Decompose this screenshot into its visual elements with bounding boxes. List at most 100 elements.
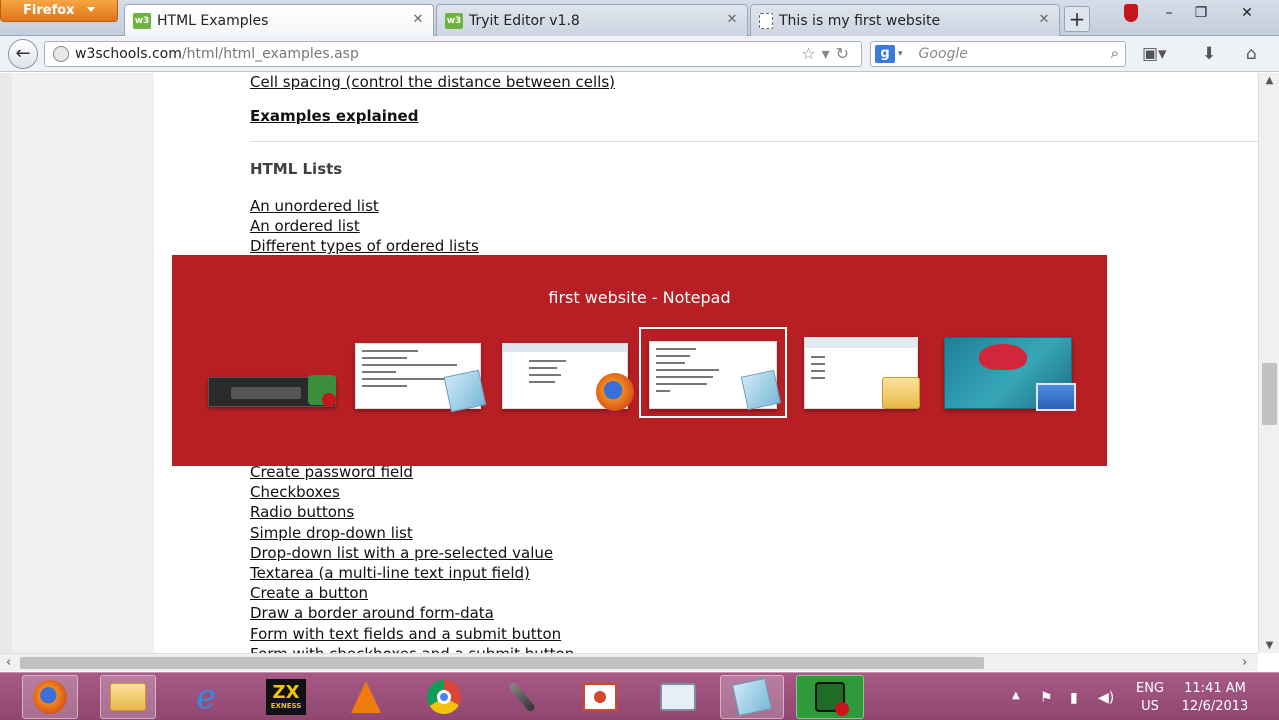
clock[interactable]: 11:41 AM 12/6/2013 [1180,681,1250,714]
microphone-icon [508,681,536,713]
back-button[interactable]: ← [8,39,38,69]
language-code: ENG [1135,681,1164,696]
search-bar[interactable]: g ▾ Google ⌕ [870,41,1126,67]
powerpoint-mark [594,691,606,703]
scroll-up-icon[interactable]: ▲ [1259,75,1279,86]
taskbar-microphone[interactable] [494,675,550,719]
link-cell-spacing[interactable]: Cell spacing (control the distance betwe… [250,73,615,91]
close-window-button[interactable]: ✕ [1236,4,1258,22]
switcher-title: first website - Notepad [548,288,731,307]
performance-monitor-icon [660,683,696,711]
screenshot-tool-icon[interactable]: ▣▾ [1142,44,1167,64]
firefox-menu-label: Firefox [23,3,75,18]
new-tab-button[interactable]: + [1064,6,1090,32]
forms-links: Create password field Checkboxes Radio b… [250,462,574,653]
w3schools-favicon-icon: w3 [445,12,463,29]
address-bar[interactable]: w3schools.com /html/html_examples.asp ☆▾… [44,41,862,67]
link-examples-explained[interactable]: Examples explained [250,107,418,125]
horizontal-scrollbar[interactable]: ‹ › [0,653,1258,671]
volume-icon[interactable]: ◀) [1098,690,1114,706]
green-app-icon [815,682,849,716]
text-lines [811,356,825,384]
dropdown-caret-icon [87,7,95,12]
form-link[interactable]: Create a button [250,583,574,603]
action-center-flag-icon[interactable]: ⚑ [1040,690,1053,706]
firefox-icon [33,680,67,714]
search-icon[interactable]: ⌕ [1111,44,1119,62]
section-heading: HTML Lists [250,160,343,178]
bookmark-star-icon[interactable]: ☆▾↻ [801,44,855,63]
list-link[interactable]: An ordered list [250,216,479,236]
taskbar-notepad[interactable] [720,675,784,719]
download-icon[interactable]: ⬇ [1202,44,1216,64]
chrome-icon [427,680,461,714]
taskbar-green-app[interactable] [796,675,864,719]
search-engine-dropdown-icon[interactable]: ▾ [898,49,903,59]
tab-title: Tryit Editor v1.8 [469,12,580,29]
language-indicator[interactable]: ENG US [1128,681,1172,714]
form-link[interactable]: Draw a border around form-data [250,603,574,623]
firefox-icon [596,373,634,411]
power-icon[interactable]: ▮ [1070,690,1078,706]
minimize-button[interactable]: – [1158,4,1180,22]
tab-first-website[interactable]: This is my first website ✕ [750,4,1060,36]
form-link[interactable]: Checkboxes [250,482,574,502]
taskbar-chrome[interactable] [416,675,472,719]
close-tab-icon[interactable]: ✕ [411,13,425,27]
powerpoint-icon [583,683,617,711]
taskbar-exness[interactable]: ZX EXNESS [258,675,314,719]
form-link[interactable]: Form with checkboxes and a submit button [250,644,574,653]
firefox-menu-button[interactable]: Firefox [0,0,118,22]
taskbar-internet-explorer[interactable]: e [178,675,234,719]
google-logo-icon[interactable]: g [875,45,895,63]
taskbar-firefox[interactable] [22,675,78,719]
close-tab-icon[interactable]: ✕ [1037,13,1051,27]
tab-title: This is my first website [779,12,941,29]
horizontal-scroll-thumb[interactable] [20,657,984,669]
folder-icon [882,377,920,409]
show-hidden-icons[interactable]: ▲ [1012,690,1020,701]
scroll-left-icon[interactable]: ‹ [6,655,11,670]
record-badge-icon [322,393,336,407]
lists-links: An unordered list An ordered list Differ… [250,196,479,257]
region-code: US [1141,699,1159,714]
list-link[interactable]: Different types of ordered lists [250,236,479,256]
restore-button[interactable]: ❐ [1190,4,1212,22]
form-link[interactable]: Textarea (a multi-line text input field) [250,563,574,583]
desktop-icon [1036,383,1076,411]
url-host: w3schools.com [75,46,182,62]
tab-title: HTML Examples [157,13,269,29]
vertical-scrollbar[interactable]: ▲ ▼ [1258,73,1279,653]
taskbar: e ZX EXNESS ▲ ⚑ ▮ ◀) ENG US 11:41 AM 12/… [0,672,1279,720]
home-icon[interactable]: ⌂ [1246,44,1257,64]
scroll-down-icon[interactable]: ▼ [1259,640,1279,651]
globe-icon [53,46,69,62]
tab-html-examples[interactable]: w3 HTML Examples ✕ [124,4,434,37]
flower-wallpaper [979,344,1027,370]
close-tab-icon[interactable]: ✕ [725,13,739,27]
exness-label: EXNESS [270,702,302,711]
exness-icon: ZX EXNESS [266,679,306,715]
security-shield-icon[interactable] [1124,4,1138,22]
internet-explorer-icon: e [195,677,217,717]
form-link[interactable]: Radio buttons [250,502,574,522]
tab-strip: Firefox w3 HTML Examples ✕ w3 Tryit Edit… [0,0,1279,37]
scroll-right-icon[interactable]: › [1242,655,1247,670]
list-link[interactable]: An unordered list [250,196,479,216]
tab-tryit-editor[interactable]: w3 Tryit Editor v1.8 ✕ [436,4,748,36]
form-link[interactable]: Simple drop-down list [250,523,574,543]
navigation-bar: ← w3schools.com /html/html_examples.asp … [0,36,1279,72]
w3schools-favicon-icon: w3 [133,13,151,29]
vertical-scroll-thumb[interactable] [1262,363,1277,425]
search-input[interactable]: Google [919,46,968,62]
taskbar-performance-monitor[interactable] [650,675,706,719]
form-link[interactable]: Form with text fields and a submit butto… [250,624,574,644]
taskbar-vlc[interactable] [338,675,394,719]
form-link[interactable]: Drop-down list with a pre-selected value [250,543,574,563]
notepad-icon [443,369,487,413]
firefox-toolbar [503,344,627,352]
taskbar-file-explorer[interactable] [100,675,156,719]
window-switcher: first website - Notepad [172,255,1107,466]
taskbar-powerpoint[interactable] [572,675,628,719]
record-badge-icon [835,702,849,716]
